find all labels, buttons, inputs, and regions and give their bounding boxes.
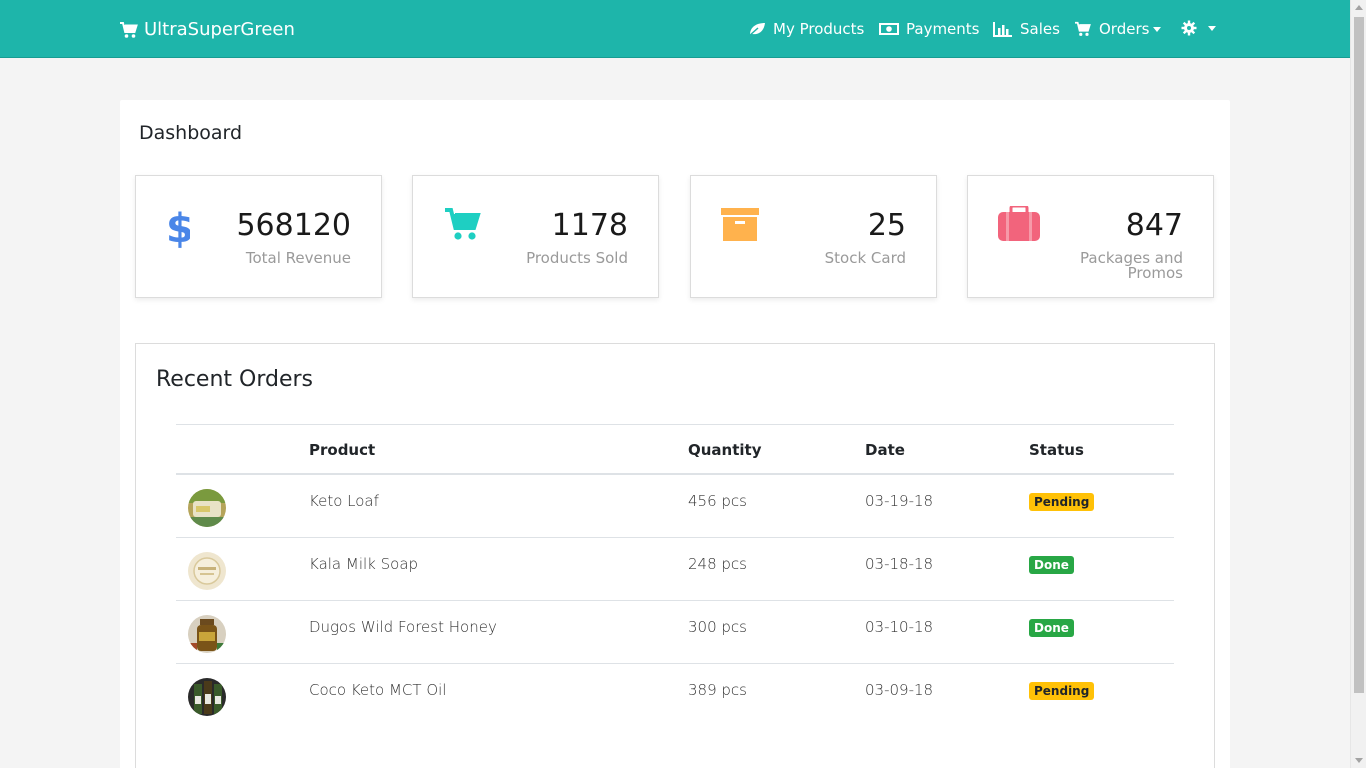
order-date: 03-19-18 xyxy=(865,492,934,510)
status-badge: Done xyxy=(1029,619,1074,637)
column-header-status[interactable]: Status xyxy=(1029,441,1084,459)
gear-icon xyxy=(1181,20,1197,36)
product-name: Coco Keto MCT Oil xyxy=(309,681,447,699)
product-name: Keto Loaf xyxy=(309,492,379,510)
status-badge: Done xyxy=(1029,556,1074,574)
nav-label: Sales xyxy=(1020,20,1060,38)
svg-text:$: $ xyxy=(166,206,190,248)
product-thumbnail xyxy=(188,678,226,716)
stat-value: 1178 xyxy=(551,208,628,243)
briefcase-icon xyxy=(998,206,1040,241)
order-quantity: 300 pcs xyxy=(688,618,747,636)
nav-my-products[interactable]: My Products xyxy=(748,20,864,38)
status-badge: Pending xyxy=(1029,493,1095,511)
status-badge: Pending xyxy=(1029,682,1095,700)
stat-label: Products Sold xyxy=(526,249,628,267)
table-row[interactable]: Keto Loaf 456 pcs 03-19-18 Pending xyxy=(176,475,1174,538)
table-header: Product Quantity Date Status xyxy=(176,424,1174,475)
table-row[interactable]: Kala Milk Soap 248 pcs 03-18-18 Done xyxy=(176,538,1174,601)
top-navbar: UltraSuperGreen My Products Payments Sal… xyxy=(0,0,1350,58)
column-header-product[interactable]: Product xyxy=(309,441,375,459)
dashboard-panel: Dashboard $ 568120 Total Revenue 1178 Pr… xyxy=(120,100,1230,768)
money-icon xyxy=(879,23,899,35)
leaf-icon xyxy=(748,23,765,37)
nav-label: Payments xyxy=(906,20,980,38)
brand-name: UltraSuperGreen xyxy=(144,19,295,40)
nav-label: My Products xyxy=(773,20,865,38)
chevron-down-icon xyxy=(1153,26,1162,32)
product-name: Kala Milk Soap xyxy=(309,555,419,573)
order-date: 03-10-18 xyxy=(865,618,934,636)
column-header-quantity[interactable]: Quantity xyxy=(688,441,762,459)
stat-card-stock: 25 Stock Card xyxy=(690,175,937,298)
nav-label: Orders xyxy=(1099,20,1150,38)
stat-label: Total Revenue xyxy=(245,249,351,267)
nav-payments[interactable]: Payments xyxy=(879,20,979,38)
dollar-icon: $ xyxy=(166,206,190,248)
column-header-date[interactable]: Date xyxy=(865,441,905,459)
order-date: 03-18-18 xyxy=(865,555,934,573)
nav-sales[interactable]: Sales xyxy=(993,20,1060,38)
nav-orders-dropdown[interactable]: Orders xyxy=(1074,20,1162,38)
stat-value: 25 xyxy=(867,208,906,243)
scroll-up-icon[interactable] xyxy=(1355,5,1363,10)
stat-value: 847 xyxy=(1125,208,1183,243)
order-date: 03-09-18 xyxy=(865,681,934,699)
chevron-down-icon xyxy=(1208,25,1216,31)
recent-orders-card: Recent Orders Product Quantity Date Stat… xyxy=(135,343,1215,768)
brand-link[interactable]: UltraSuperGreen xyxy=(119,19,295,40)
stat-label: Stock Card xyxy=(824,249,906,267)
order-quantity: 389 pcs xyxy=(688,681,747,699)
table-row[interactable]: Dugos Wild Forest Honey 300 pcs 03-10-18… xyxy=(176,601,1174,664)
orders-table: Product Quantity Date Status Keto Loaf 4… xyxy=(176,424,1174,727)
stat-card-products-sold: 1178 Products Sold xyxy=(412,175,659,298)
stat-card-revenue: $ 568120 Total Revenue xyxy=(135,175,382,298)
cart-icon xyxy=(1075,21,1091,36)
order-quantity: 456 pcs xyxy=(688,492,747,510)
page-scrollbar[interactable] xyxy=(1350,0,1366,768)
product-name: Dugos Wild Forest Honey xyxy=(309,618,497,636)
archive-icon xyxy=(721,208,759,241)
bar-chart-icon xyxy=(993,22,1012,37)
stat-value: 568120 xyxy=(236,208,351,243)
settings-dropdown[interactable] xyxy=(1181,20,1216,36)
product-thumbnail xyxy=(188,489,226,527)
cart-icon xyxy=(445,208,481,240)
cart-icon xyxy=(120,21,138,38)
table-row[interactable]: Coco Keto MCT Oil 389 pcs 03-09-18 Pendi… xyxy=(176,664,1174,727)
page-title: Dashboard xyxy=(139,122,243,144)
product-thumbnail xyxy=(188,615,226,653)
product-thumbnail xyxy=(188,552,226,590)
scroll-thumb[interactable] xyxy=(1354,17,1364,693)
order-quantity: 248 pcs xyxy=(688,555,747,573)
stat-label: Packages and Promos xyxy=(1080,249,1183,282)
recent-orders-title: Recent Orders xyxy=(156,367,314,392)
scroll-down-icon[interactable] xyxy=(1355,758,1363,763)
stat-card-packages: 847 Packages and Promos xyxy=(967,175,1214,298)
